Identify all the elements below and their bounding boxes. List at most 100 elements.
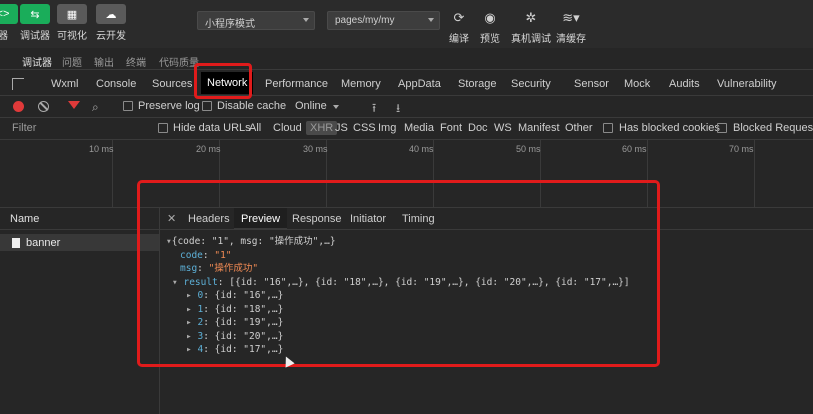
request-name: banner xyxy=(26,236,61,249)
preserve-log-label: Preserve log xyxy=(138,100,200,112)
debugger-label: 调试器 xyxy=(20,31,50,42)
disable-cache-checkbox[interactable] xyxy=(202,101,212,111)
timeline-tick: 30 ms xyxy=(303,144,328,154)
tab-wxml[interactable]: Wxml xyxy=(51,78,79,90)
upload-icon[interactable]: ⭱ xyxy=(372,99,376,120)
network-toolbar: ⌕ Preserve log Disable cache Online ⭱ ⭳ xyxy=(0,96,813,118)
type-css[interactable]: CSS xyxy=(353,122,376,134)
subtab-problems[interactable]: 问题 xyxy=(62,54,82,69)
has-blocked-cookies-checkbox[interactable] xyxy=(603,123,613,133)
name-column-header[interactable]: Name xyxy=(0,208,159,230)
compile-button[interactable]: ⟳ 编译 xyxy=(448,10,470,45)
blocked-requests-checkbox[interactable] xyxy=(717,123,727,133)
editor-label: 器 xyxy=(0,31,8,42)
tab-vulnerability[interactable]: Vulnerability xyxy=(717,78,777,90)
filter-icon[interactable] xyxy=(68,101,80,109)
record-icon[interactable] xyxy=(13,101,24,112)
panel-subtabs: 调试器 问题 输出 终端 代码质量 xyxy=(0,50,813,70)
request-row[interactable]: banner xyxy=(0,234,159,251)
type-xhr[interactable]: XHR xyxy=(306,121,338,135)
has-blocked-cookies-label: Has blocked cookies xyxy=(619,122,720,134)
bug-icon: ✲ xyxy=(525,10,537,25)
subtab-terminal[interactable]: 终端 xyxy=(126,54,146,69)
tab-storage[interactable]: Storage xyxy=(458,78,497,90)
timeline-tick: 40 ms xyxy=(409,144,434,154)
preview-highlight xyxy=(137,180,660,367)
refresh-icon: ⟳ xyxy=(453,10,465,25)
tab-audits[interactable]: Audits xyxy=(669,78,700,90)
type-js[interactable]: JS xyxy=(335,122,348,134)
page-select-value: pages/my/my xyxy=(335,15,395,26)
compile-label: 编译 xyxy=(449,34,469,45)
type-all[interactable]: All xyxy=(249,122,261,134)
throttle-value: Online xyxy=(295,100,327,112)
type-media[interactable]: Media xyxy=(404,122,434,134)
disable-cache-label: Disable cache xyxy=(217,100,287,112)
clear-cache-button[interactable]: ≋▾ 清缓存 xyxy=(556,10,586,45)
request-list: Name banner xyxy=(0,208,160,414)
eye-icon: ◉ xyxy=(484,10,496,25)
type-other[interactable]: Other xyxy=(565,122,593,134)
timeline-tick: 50 ms xyxy=(516,144,541,154)
cloud-icon: ☁ xyxy=(96,4,126,24)
tab-memory[interactable]: Memory xyxy=(341,78,381,90)
tab-appdata[interactable]: AppData xyxy=(398,78,441,90)
type-cloud[interactable]: Cloud xyxy=(273,122,302,134)
cloud-dev-label: 云开发 xyxy=(96,31,126,42)
document-icon xyxy=(12,237,20,248)
chevron-down-icon xyxy=(303,18,309,22)
throttle-select[interactable]: Online xyxy=(295,100,339,112)
code-icon: <> xyxy=(0,4,18,24)
layers-icon: ≋▾ xyxy=(562,10,580,25)
download-icon[interactable]: ⭳ xyxy=(396,99,400,120)
top-toolbar: <> 器 ⇆ 调试器 ▦ 可视化 ☁ 云开发 小程序模式 pages/my/my… xyxy=(0,0,813,48)
preview-button[interactable]: ◉ 预览 xyxy=(479,10,501,45)
type-font[interactable]: Font xyxy=(440,122,462,134)
preserve-log-checkbox[interactable] xyxy=(123,101,133,111)
type-doc[interactable]: Doc xyxy=(468,122,488,134)
device-debug-button[interactable]: ✲ 真机调试 xyxy=(511,10,551,45)
timeline-tick: 20 ms xyxy=(196,144,221,154)
visual-button[interactable]: ▦ 可视化 xyxy=(57,4,87,42)
type-img[interactable]: Img xyxy=(378,122,396,134)
visual-label: 可视化 xyxy=(57,31,87,42)
clear-cache-label: 清缓存 xyxy=(556,34,586,45)
preview-label: 预览 xyxy=(480,34,500,45)
mode-select-value: 小程序模式 xyxy=(205,19,255,30)
devtools-tabs: Wxml Console Sources Network Performance… xyxy=(0,71,813,96)
hide-data-urls-checkbox[interactable] xyxy=(158,123,168,133)
editor-button[interactable]: <> 器 xyxy=(0,4,18,42)
grid-line xyxy=(754,140,755,208)
tab-console[interactable]: Console xyxy=(96,78,136,90)
clear-icon[interactable] xyxy=(38,101,49,112)
type-ws[interactable]: WS xyxy=(494,122,512,134)
search-icon[interactable]: ⌕ xyxy=(92,100,99,115)
filter-row: Filter Hide data URLs All Cloud XHR JS C… xyxy=(0,118,813,140)
inspect-icon[interactable] xyxy=(12,78,24,90)
timeline-tick: 10 ms xyxy=(89,144,114,154)
tab-mock[interactable]: Mock xyxy=(624,78,650,90)
tab-sources[interactable]: Sources xyxy=(152,78,192,90)
device-debug-label: 真机调试 xyxy=(511,34,551,45)
subtab-output[interactable]: 输出 xyxy=(94,54,114,69)
blocked-requests-label: Blocked Requests xyxy=(733,122,813,134)
tab-performance[interactable]: Performance xyxy=(265,78,328,90)
type-manifest[interactable]: Manifest xyxy=(518,122,560,134)
cloud-dev-button[interactable]: ☁ 云开发 xyxy=(96,4,126,42)
subtab-code-quality[interactable]: 代码质量 xyxy=(159,54,199,69)
debugger-button[interactable]: ⇆ 调试器 xyxy=(20,4,50,42)
timeline-tick: 60 ms xyxy=(622,144,647,154)
hide-data-urls-label: Hide data URLs xyxy=(173,122,251,134)
debug-icon: ⇆ xyxy=(20,4,50,24)
mode-select[interactable]: 小程序模式 xyxy=(197,11,315,30)
grid-icon: ▦ xyxy=(57,4,87,24)
network-tab-highlight xyxy=(194,63,252,99)
chevron-down-icon xyxy=(332,105,339,109)
chevron-down-icon xyxy=(428,18,434,22)
timeline-tick: 70 ms xyxy=(729,144,754,154)
subtab-debugger[interactable]: 调试器 xyxy=(22,54,52,69)
filter-input[interactable]: Filter xyxy=(12,122,36,134)
page-select[interactable]: pages/my/my xyxy=(327,11,440,30)
tab-security[interactable]: Security xyxy=(511,78,551,90)
tab-sensor[interactable]: Sensor xyxy=(574,78,609,90)
